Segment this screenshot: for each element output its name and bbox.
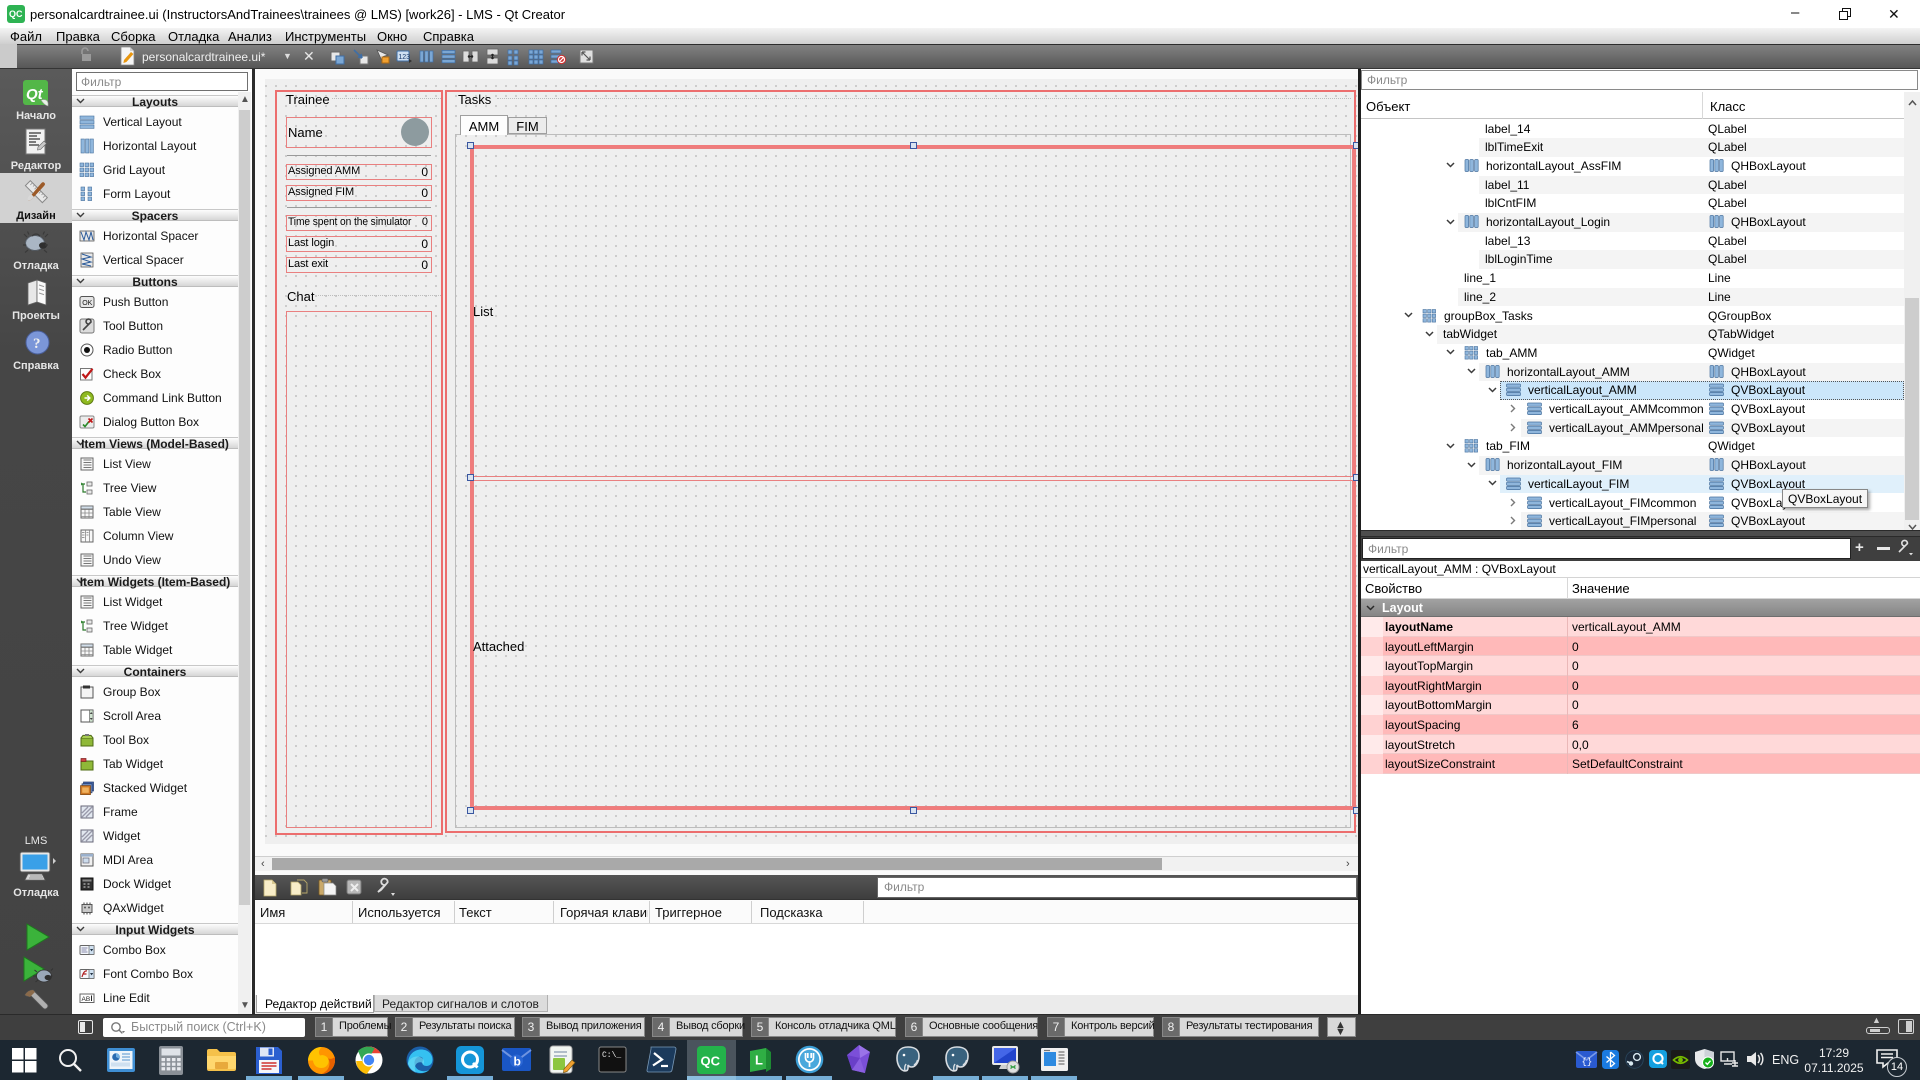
svg-text:L: L [755,1053,763,1068]
svg-text:123: 123 [398,54,410,61]
svg-text:C:\_: C:\_ [602,1051,621,1060]
svg-text:QC: QC [701,1054,721,1069]
svg-text:?: ? [33,336,41,352]
svg-text:AB: AB [82,996,91,1003]
svg-text:b: b [514,1055,521,1069]
svg-text:OK: OK [82,300,92,307]
svg-text:{}: {} [1582,1057,1593,1067]
